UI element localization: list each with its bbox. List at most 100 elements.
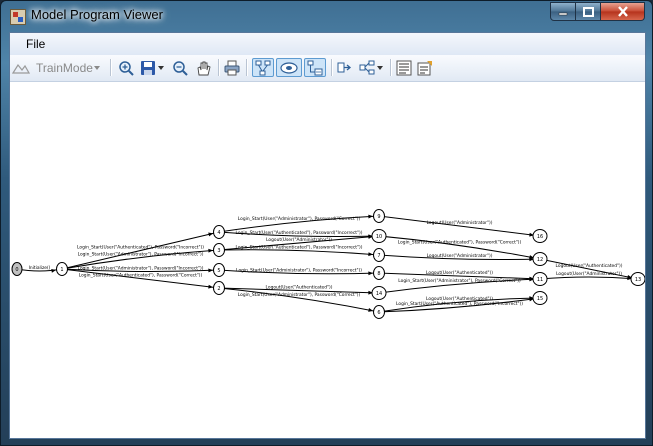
menu-file[interactable]: File [26,37,45,51]
pan-button[interactable] [194,58,212,77]
state-node-9[interactable]: 9 [373,209,385,223]
state-node-label: 8 [377,271,380,277]
state-graph: Initialize() Login_Start(User("Authentica… [11,209,646,319]
direction-icon [337,62,352,72]
edge-label: Login_Start(User("Administrator"), Passw… [236,268,362,274]
maximize-icon [582,6,594,17]
app-icon [10,9,26,25]
edge-arrowhead [368,308,374,312]
edge-arrowhead [368,271,374,276]
minimize-button[interactable] [550,2,576,21]
edge-label: Logout(User("Authenticated")) [426,270,493,276]
state-node-label: 14 [376,291,382,297]
label-view-button[interactable] [304,58,326,77]
direction-button[interactable] [336,58,354,77]
graph-canvas[interactable]: Initialize() Login_Start(User("Authentica… [10,82,646,438]
maximize-button[interactable] [576,2,601,21]
state-node-16[interactable]: 16 [532,229,548,243]
menu-bar: File [10,33,645,55]
state-node-10[interactable]: 10 [371,229,387,243]
title-bar[interactable]: Model Program Viewer [1,1,652,31]
print-button[interactable] [223,58,241,77]
save-icon [141,60,155,75]
edge-label: Login_Start(User("Authenticated"), Passw… [398,240,522,246]
state-node-6[interactable]: 6 [373,305,385,319]
state-node-15[interactable]: 15 [532,291,548,305]
edge-label: Login_Start(User("Authenticated"), Passw… [236,230,363,236]
state-node-2[interactable]: 2 [213,281,225,295]
state-node-label: 10 [376,234,382,240]
zoom-in-icon [119,60,134,76]
state-view-icon [280,61,298,74]
list-icon [396,60,412,75]
graph-edge-1-4[interactable] [61,231,220,270]
state-node-1[interactable]: 1 [56,262,68,276]
edge-label: Logout(User("Authenticated")) [556,263,623,269]
state-node-14[interactable]: 14 [371,286,387,300]
mode-dropdown-value: TrainMode [36,60,93,75]
edge-label: Logout(User("Administrator")) [266,237,332,243]
properties-icon [417,60,432,75]
edge-label: Logout(User("Administrator")) [556,271,622,277]
properties-button[interactable] [416,58,434,77]
graph-layout-icon [255,60,271,75]
toolbar: TrainMode [10,55,645,82]
list-button[interactable] [395,58,413,77]
state-node-label: 9 [377,214,380,220]
graph-edge-11-13[interactable] [539,276,639,280]
state-node-12[interactable]: 12 [532,252,548,266]
edge-label: Logout(User("Administrator")) [427,220,493,226]
graph-edge-3-7[interactable] [218,249,380,256]
edge-label: Login_Start(User("Administrator"), Passw… [238,216,361,222]
edge-label: Login_Start(User("Authenticated"), Passw… [79,273,203,279]
state-node-label: 0 [15,267,18,273]
state-node-label: 2 [217,286,220,292]
chevron-down-icon [158,65,164,70]
edge-label: Initialize() [29,265,51,271]
state-node-3[interactable]: 3 [213,243,225,257]
graph-options-icon [359,60,375,74]
zoom-in-button[interactable] [117,58,135,77]
close-button[interactable] [601,2,645,21]
state-node-13[interactable]: 13 [630,272,646,286]
state-node-label: 6 [377,310,380,316]
edge-label: Login_Start(User("Administrator"), Passw… [78,266,204,272]
mode-dropdown[interactable]: TrainMode [12,58,104,77]
state-node-label: 16 [537,234,543,240]
edge-label: Login_Start(User("Administrator"), Passw… [78,252,204,258]
state-node-label: 12 [537,257,543,263]
state-node-4[interactable]: 4 [213,225,225,239]
window-title: Model Program Viewer [31,7,163,22]
caption-buttons [550,2,645,21]
state-node-label: 15 [537,296,543,302]
state-node-8[interactable]: 8 [373,266,385,280]
zoom-out-button[interactable] [171,58,189,77]
toolbar-separator [246,59,248,76]
edge-arrowhead [368,214,374,219]
graph-edge-2-6[interactable] [218,287,380,313]
toolbar-separator [110,59,112,76]
toolbar-separator [390,59,392,76]
toolbar-separator [218,59,220,76]
label-view-icon [307,60,323,75]
state-node-label: 4 [217,230,220,236]
state-node-0[interactable]: 0 [11,262,23,276]
state-node-label: 13 [635,277,641,283]
graph-options-button[interactable] [357,58,385,77]
state-node-11[interactable]: 11 [532,272,548,286]
state-node-label: 7 [377,253,380,259]
edge-label: Logout(User("Authenticated")) [266,285,333,291]
edge-arrowhead [208,268,214,273]
state-view-button[interactable] [276,58,302,77]
graph-edge-9-16[interactable] [378,215,541,237]
close-icon [617,6,628,17]
state-node-label: 3 [217,248,220,254]
edge-label: Login_Start(User("Authenticated"), Passw… [236,245,363,251]
save-button[interactable] [138,58,166,77]
zoom-out-icon [173,60,188,76]
app-window: Model Program Viewer File TrainMode Init… [0,0,653,446]
state-node-5[interactable]: 5 [213,263,225,277]
graph-layout-button[interactable] [252,58,274,77]
chevron-down-icon [93,65,100,70]
state-node-7[interactable]: 7 [373,248,385,262]
